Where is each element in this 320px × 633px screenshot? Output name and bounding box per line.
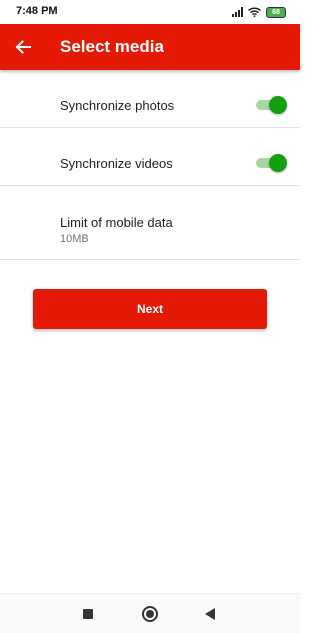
setting-label: Limit of mobile data — [60, 215, 173, 230]
arrow-left-icon[interactable] — [14, 38, 32, 56]
status-icons: 68 — [232, 6, 286, 18]
home-circle-icon[interactable] — [142, 606, 158, 622]
setting-label: Synchronize videos — [60, 156, 173, 171]
setting-row-sync-photos[interactable]: Synchronize photos — [0, 76, 300, 128]
app-bar: Select media — [0, 24, 300, 70]
status-time: 7:48 PM — [16, 5, 58, 17]
sync-photos-toggle[interactable] — [256, 96, 287, 114]
wifi-icon — [248, 7, 261, 17]
setting-value: 10MB — [60, 233, 89, 245]
battery-icon: 68 — [266, 6, 286, 18]
system-nav-bar — [0, 593, 300, 633]
setting-row-sync-videos[interactable]: Synchronize videos — [0, 128, 300, 186]
toggle-thumb — [269, 96, 287, 114]
next-button[interactable]: Next — [33, 289, 267, 329]
sync-videos-toggle[interactable] — [256, 154, 287, 172]
back-triangle-icon[interactable] — [205, 608, 215, 620]
setting-row-mobile-data-limit[interactable]: Limit of mobile data 10MB — [0, 186, 300, 260]
recents-square-icon[interactable] — [83, 609, 93, 619]
toggle-thumb — [269, 154, 287, 172]
page-title: Select media — [60, 37, 164, 56]
setting-label: Synchronize photos — [60, 98, 175, 113]
status-bar: 7:48 PM 68 — [0, 0, 300, 24]
signal-icon — [232, 7, 243, 17]
